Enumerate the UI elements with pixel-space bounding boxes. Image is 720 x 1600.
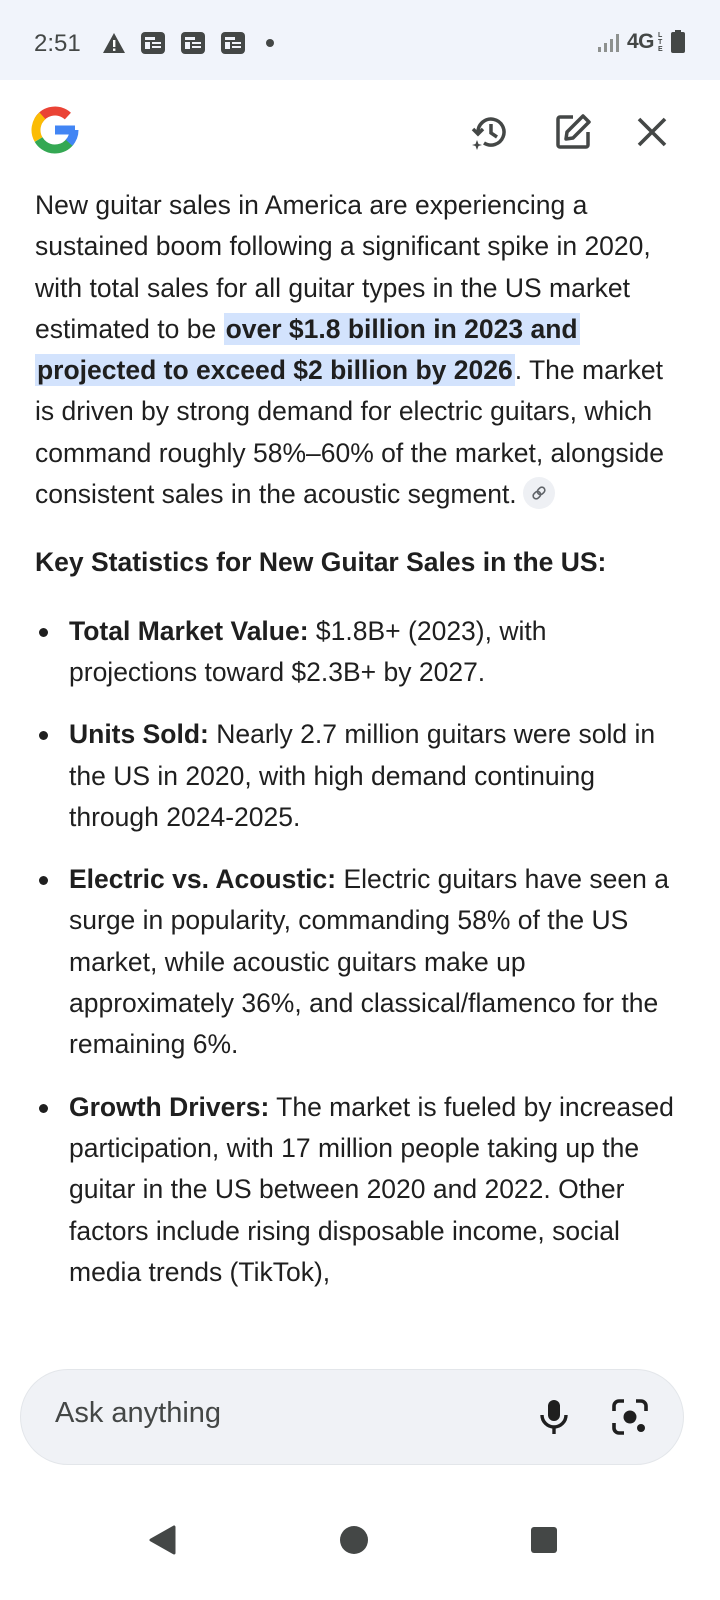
newspaper-icon bbox=[221, 32, 245, 54]
more-dot-icon bbox=[266, 39, 274, 47]
list-item: Growth Drivers: The market is fueled by … bbox=[35, 1087, 675, 1293]
lens-search-button[interactable] bbox=[607, 1394, 653, 1440]
list-item: Units Sold: Nearly 2.7 million guitars w… bbox=[35, 714, 675, 838]
notification-icons bbox=[102, 31, 274, 55]
highlight-line-1: over $1.8 billion in 2023 bbox=[225, 313, 524, 344]
network-sub: LTE bbox=[658, 31, 663, 53]
back-button[interactable] bbox=[132, 1510, 192, 1570]
close-icon bbox=[637, 117, 667, 147]
source-link-chip[interactable] bbox=[522, 477, 555, 510]
list-item: Total Market Value: $1.8B+ (2023), with … bbox=[35, 611, 675, 694]
network-type: 4G bbox=[626, 30, 655, 53]
signal-icon bbox=[597, 34, 619, 52]
recents-square-icon bbox=[531, 1527, 557, 1553]
home-circle-icon bbox=[340, 1526, 368, 1554]
warning-icon bbox=[103, 33, 125, 53]
camera-lens-icon bbox=[612, 1399, 648, 1435]
recents-button[interactable] bbox=[514, 1510, 574, 1570]
bullet-label: Growth Drivers: bbox=[69, 1091, 270, 1122]
status-time: 2:51 bbox=[34, 30, 81, 57]
microphone-icon bbox=[540, 1400, 568, 1434]
bullet-label: Units Sold: bbox=[69, 719, 209, 750]
link-icon bbox=[532, 486, 546, 500]
google-g-logo[interactable] bbox=[27, 102, 83, 158]
battery-icon bbox=[671, 30, 685, 53]
newspaper-icon bbox=[141, 32, 165, 54]
app-header bbox=[0, 80, 720, 190]
history-sparkle-icon bbox=[471, 117, 506, 150]
new-chat-button[interactable] bbox=[551, 110, 595, 154]
answer-content[interactable]: New guitar sales in America are experien… bbox=[35, 185, 675, 1375]
back-triangle-icon bbox=[149, 1525, 176, 1555]
history-button[interactable] bbox=[468, 110, 512, 154]
ask-input-bar[interactable]: Ask anything bbox=[21, 1370, 683, 1464]
list-item: Electric vs. Acoustic: Electric guitars … bbox=[35, 859, 675, 1065]
intro-paragraph: New guitar sales in America are experien… bbox=[35, 185, 675, 515]
home-button[interactable] bbox=[324, 1510, 384, 1570]
close-button[interactable] bbox=[630, 110, 674, 154]
system-icons: 4G LTE bbox=[597, 30, 686, 54]
status-bar: 2:51 4G LTE bbox=[0, 0, 720, 80]
system-nav-bar bbox=[0, 1480, 720, 1600]
newspaper-icon bbox=[181, 32, 205, 54]
section-title: Key Statistics for New Guitar Sales in t… bbox=[35, 547, 607, 578]
ask-input-placeholder[interactable]: Ask anything bbox=[55, 1397, 221, 1430]
voice-search-button[interactable] bbox=[531, 1394, 577, 1440]
edit-icon bbox=[556, 114, 591, 149]
bullet-label: Electric vs. Acoustic: bbox=[69, 864, 337, 895]
bullet-label: Total Market Value: bbox=[69, 615, 309, 646]
statistics-list: Total Market Value: $1.8B+ (2023), with … bbox=[35, 611, 675, 1293]
